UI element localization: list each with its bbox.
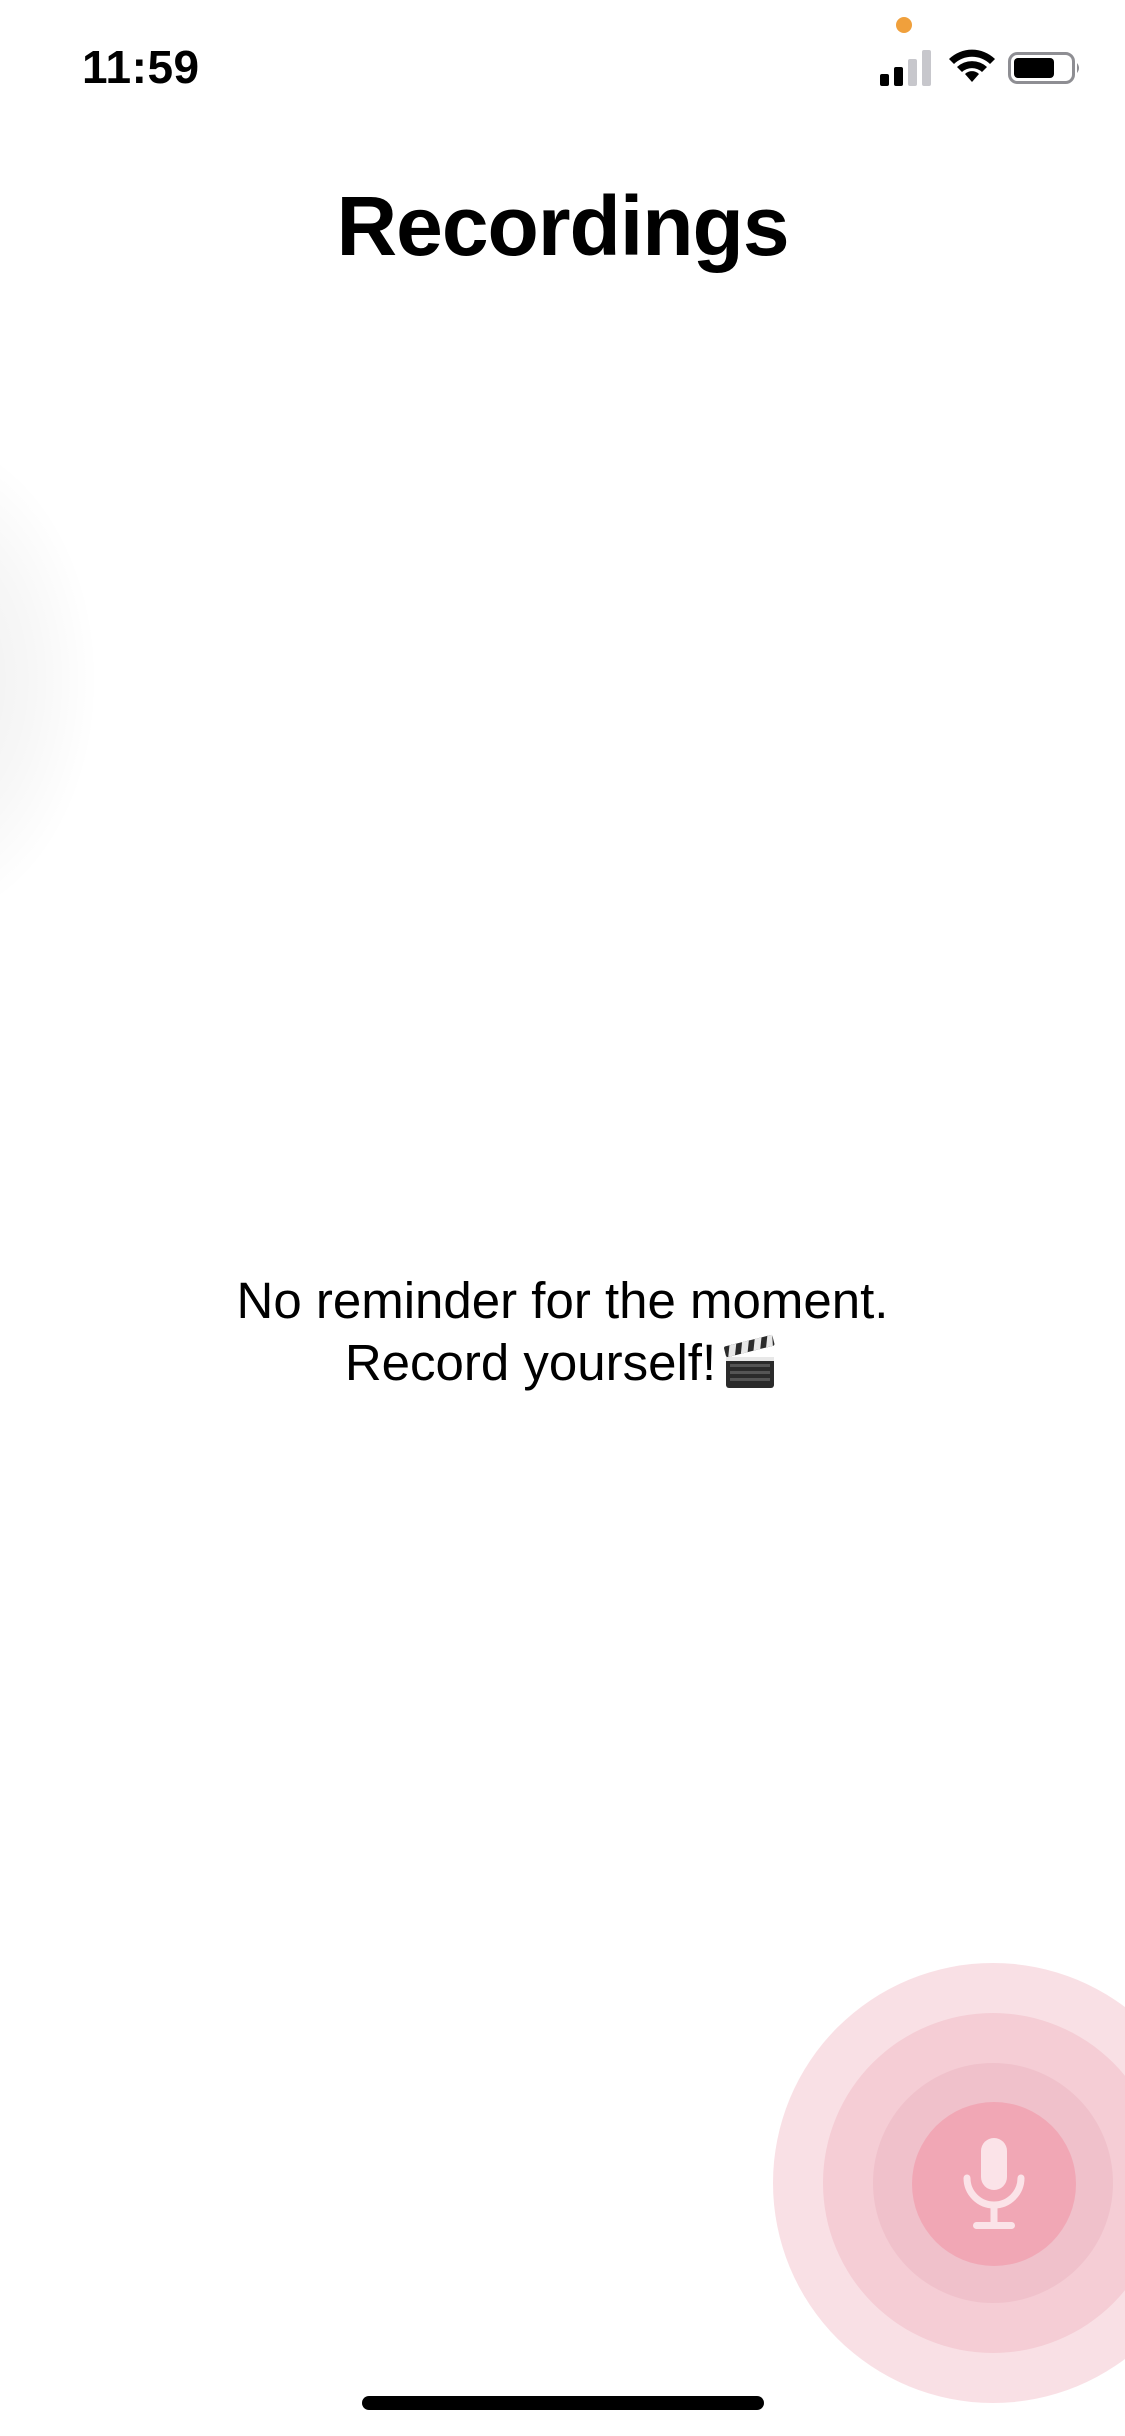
wifi-icon [949, 49, 995, 82]
battery-icon [1008, 52, 1079, 84]
empty-state-line-1: No reminder for the moment. [236, 1272, 889, 1329]
clapper-board-icon [724, 1334, 775, 1388]
side-drawer-edge-shadow [0, 430, 100, 930]
page-title: Recordings [336, 179, 789, 273]
record-button[interactable] [912, 2102, 1076, 2266]
cellular-signal-icon [880, 50, 931, 86]
home-indicator[interactable] [362, 2396, 764, 2410]
status-time: 11:59 [82, 41, 200, 93]
empty-state-message: No reminder for the moment. Record yours… [0, 1270, 1125, 1394]
privacy-indicator-dot [896, 17, 912, 33]
empty-state-line-2: Record yourself! [344, 1334, 717, 1391]
microphone-icon [963, 2138, 1025, 2229]
empty-state-line-2-wrapper: Record yourself! [0, 1332, 1125, 1394]
recordings-screen: 11:59 Recordings No reminder for the mom… [0, 0, 1125, 2436]
